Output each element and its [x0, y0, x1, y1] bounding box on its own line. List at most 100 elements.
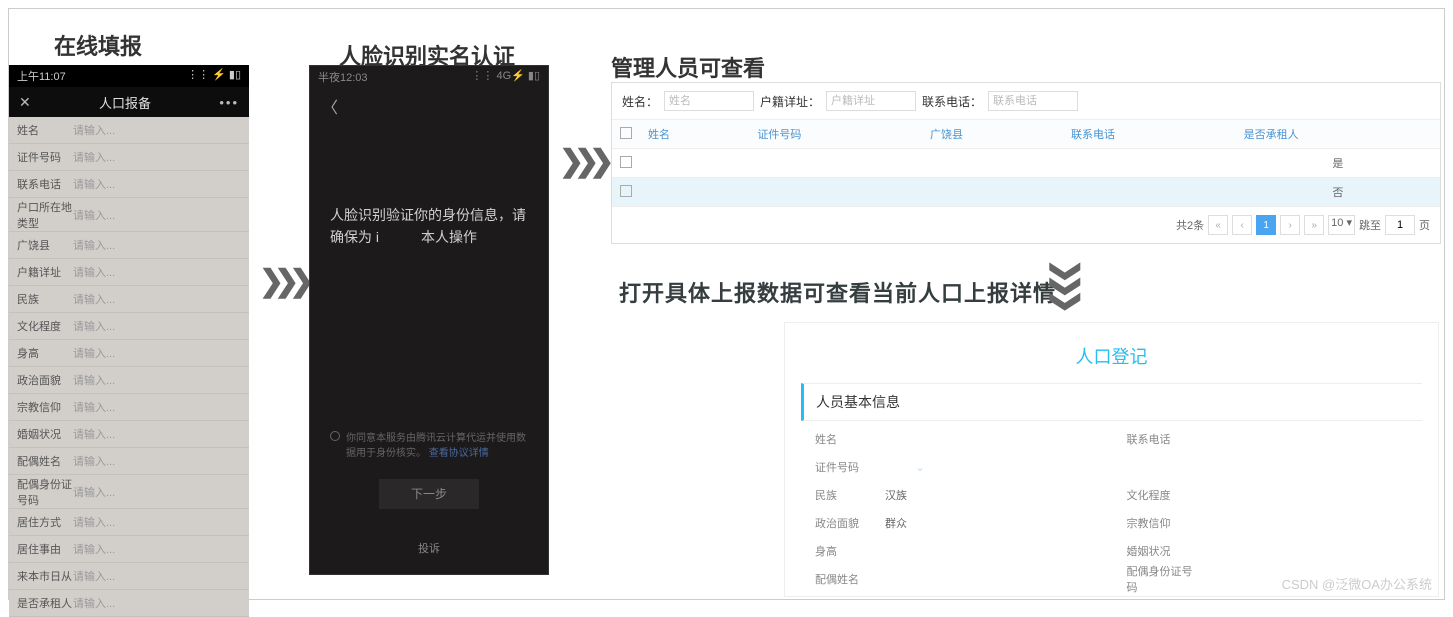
form-placeholder: 请输入... — [73, 568, 115, 584]
form-row[interactable]: 广饶县请输入... — [9, 232, 249, 259]
form-label: 配偶身份证号码 — [17, 476, 73, 508]
page-number-button[interactable]: 1 — [1256, 215, 1276, 235]
more-icon[interactable]: ••• — [219, 95, 239, 110]
form-row[interactable]: 宗教信仰请输入... — [9, 394, 249, 421]
complaint-link[interactable]: 投诉 — [310, 540, 548, 556]
field-label: 姓名 — [815, 431, 885, 447]
search-bar: 姓名：姓名户籍详址：户籍详址联系电话：联系电话 — [612, 83, 1440, 119]
form-placeholder: 请输入... — [73, 484, 115, 500]
detail-field: 联系电话 — [1127, 427, 1409, 451]
form-label: 婚姻状况 — [17, 426, 73, 442]
form-row[interactable]: 政治面貌请输入... — [9, 367, 249, 394]
form-row[interactable]: 姓名请输入... — [9, 117, 249, 144]
status-signal-icon: ⋮⋮ 4G⚡ ▮▯ — [471, 69, 540, 85]
field-value: 汉族 — [885, 487, 907, 503]
page-prev-button[interactable]: ‹ — [1232, 215, 1252, 235]
detail-field: 身高 — [815, 539, 1097, 563]
form-row[interactable]: 户口所在地类型请输入... — [9, 198, 249, 232]
form-row[interactable]: 来本市日从请输入... — [9, 563, 249, 590]
chevron-down-icon[interactable]: ⌄ — [915, 460, 925, 474]
form-row[interactable]: 婚姻状况请输入... — [9, 421, 249, 448]
form-placeholder: 请输入... — [73, 453, 115, 469]
form-label: 文化程度 — [17, 318, 73, 334]
pagination: 共2条 « ‹ 1 › » 10 ▾ 跳至 页 — [612, 207, 1440, 243]
form-label: 户籍详址 — [17, 264, 73, 280]
table-row[interactable]: 否 — [612, 178, 1440, 207]
form-placeholder: 请输入... — [73, 122, 115, 138]
detail-field: 婚姻状况 — [1127, 539, 1409, 563]
form-row[interactable]: 证件号码请输入... — [9, 144, 249, 171]
detail-field — [1127, 455, 1409, 479]
form-row[interactable]: 身高请输入... — [9, 340, 249, 367]
page-last-button[interactable]: » — [1304, 215, 1324, 235]
form-row[interactable]: 配偶姓名请输入... — [9, 448, 249, 475]
form-label: 是否承租人 — [17, 595, 73, 611]
section-header: 人员基本信息 — [801, 383, 1422, 421]
arrow-icon: ❯❯❯ — [559, 144, 604, 179]
field-label: 联系电话 — [1127, 431, 1197, 447]
field-label: 文化程度 — [1127, 487, 1197, 503]
field-label: 配偶身份证号码 — [1127, 563, 1197, 595]
form-row[interactable]: 联系电话请输入... — [9, 171, 249, 198]
status-time: 半夜12:03 — [318, 69, 368, 85]
form-placeholder: 请输入... — [73, 264, 115, 280]
pagination-total: 共2条 — [1176, 217, 1204, 233]
phone-face-auth-screen: 半夜12:03 ⋮⋮ 4G⚡ ▮▯ 〈 人脸识别验证你的身份信息，请确保为 i … — [309, 65, 549, 575]
detail-field: 证件号码⌄ — [815, 455, 1097, 479]
field-label: 政治面貌 — [815, 515, 885, 531]
checkbox[interactable] — [620, 156, 632, 168]
title-online-fill: 在线填报 — [54, 29, 142, 61]
status-time: 上午11:07 — [17, 68, 66, 84]
detail-field: 姓名 — [815, 427, 1097, 451]
field-label: 婚姻状况 — [1127, 543, 1197, 559]
table-header-cell: 广饶县 — [922, 120, 1063, 149]
form-placeholder: 请输入... — [73, 345, 115, 361]
form-row[interactable]: 户籍详址请输入... — [9, 259, 249, 286]
form-row[interactable]: 是否承租人请输入... — [9, 590, 249, 617]
page-first-button[interactable]: « — [1208, 215, 1228, 235]
form-label: 居住事由 — [17, 541, 73, 557]
page-next-button[interactable]: › — [1280, 215, 1300, 235]
checkbox[interactable] — [620, 127, 632, 139]
radio-icon[interactable] — [330, 431, 340, 441]
field-label: 宗教信仰 — [1127, 515, 1197, 531]
filter-input[interactable]: 联系电话 — [988, 91, 1078, 111]
consent-row[interactable]: 你同意本服务由腾讯云计算代运并使用数据用于身份核实。 查看协议详情 — [310, 249, 548, 459]
back-icon[interactable]: 〈 — [310, 88, 548, 124]
form-row[interactable]: 配偶身份证号码请输入... — [9, 475, 249, 509]
form-label: 证件号码 — [17, 149, 73, 165]
field-label: 身高 — [815, 543, 885, 559]
consent-link[interactable]: 查看协议详情 — [429, 448, 489, 459]
watermark: CSDN @泛微OA办公系统 — [1282, 574, 1432, 593]
form-label: 姓名 — [17, 122, 73, 138]
table-header-row: 姓名证件号码广饶县联系电话是否承租人 — [612, 120, 1440, 149]
close-icon[interactable]: ✕ — [19, 94, 31, 111]
detail-field: 宗教信仰 — [1127, 511, 1409, 535]
page-size-select[interactable]: 10 ▾ — [1328, 215, 1355, 235]
table-row[interactable]: 是 — [612, 149, 1440, 178]
form-placeholder: 请输入... — [73, 514, 115, 530]
form-label: 户口所在地类型 — [17, 199, 73, 231]
field-label: 民族 — [815, 487, 885, 503]
table-header-cell: 是否承租人 — [1236, 120, 1440, 149]
form-label: 配偶姓名 — [17, 453, 73, 469]
filter-input[interactable]: 户籍详址 — [826, 91, 916, 111]
phone-form-screen: 上午11:07 ⋮⋮ ⚡ ▮▯ ✕ 人口报备 ••• 姓名请输入...证件号码请… — [9, 65, 249, 617]
table-header-cell: 联系电话 — [1063, 120, 1236, 149]
filter-input[interactable]: 姓名 — [664, 91, 754, 111]
form-row[interactable]: 居住方式请输入... — [9, 509, 249, 536]
form-row[interactable]: 民族请输入... — [9, 286, 249, 313]
form-row[interactable]: 居住事由请输入... — [9, 536, 249, 563]
next-button[interactable]: 下一步 — [379, 479, 479, 509]
form-row[interactable]: 文化程度请输入... — [9, 313, 249, 340]
checkbox[interactable] — [620, 185, 632, 197]
form-placeholder: 请输入... — [73, 149, 115, 165]
filter-label: 姓名： — [622, 93, 658, 110]
form-placeholder: 请输入... — [73, 426, 115, 442]
admin-table-panel: 姓名：姓名户籍详址：户籍详址联系电话：联系电话 姓名证件号码广饶县联系电话是否承… — [611, 82, 1441, 244]
arrow-down-icon: ❯❯❯ — [1049, 259, 1084, 304]
table-header-cell — [612, 120, 640, 149]
title-detail-view: 打开具体上报数据可查看当前人口上报详情 — [619, 274, 1059, 314]
jump-input[interactable] — [1385, 215, 1415, 235]
jump-suffix: 页 — [1419, 217, 1430, 233]
